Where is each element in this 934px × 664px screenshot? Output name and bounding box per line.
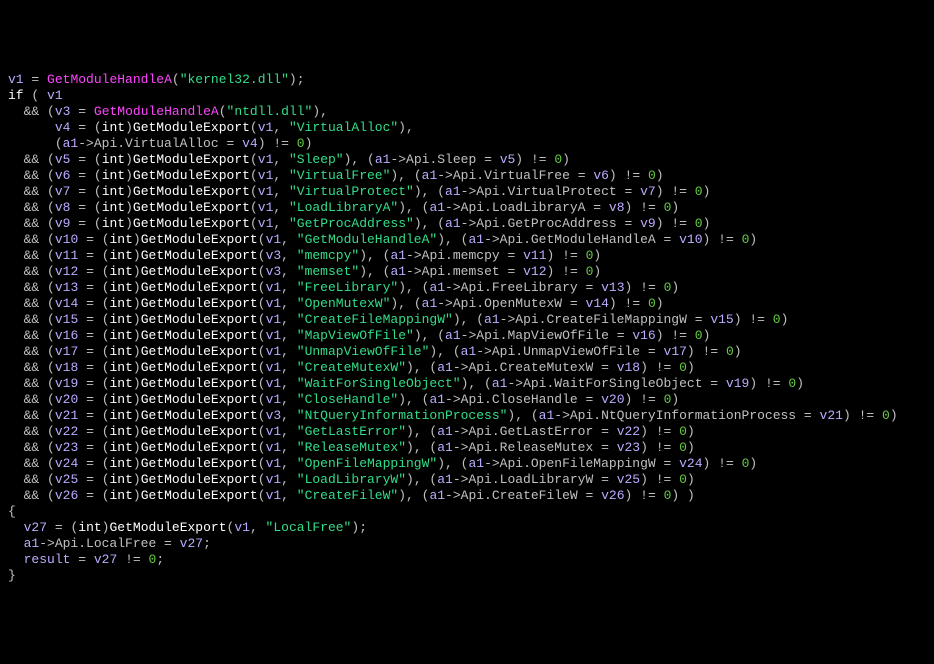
code-line: v27 = (int)GetModuleExport(v1, "LocalFre… xyxy=(8,520,926,536)
code-line: && (v19 = (int)GetModuleExport(v1, "Wait… xyxy=(8,376,926,392)
code-line: && (v20 = (int)GetModuleExport(v1, "Clos… xyxy=(8,392,926,408)
code-line: (a1->Api.VirtualAlloc = v4) != 0) xyxy=(8,136,926,152)
code-line: && (v23 = (int)GetModuleExport(v1, "Rele… xyxy=(8,440,926,456)
code-line: && (v25 = (int)GetModuleExport(v1, "Load… xyxy=(8,472,926,488)
code-line: && (v12 = (int)GetModuleExport(v3, "mems… xyxy=(8,264,926,280)
code-line: v4 = (int)GetModuleExport(v1, "VirtualAl… xyxy=(8,120,926,136)
code-line: if ( v1 xyxy=(8,88,926,104)
code-line: } xyxy=(8,568,926,584)
code-line: && (v8 = (int)GetModuleExport(v1, "LoadL… xyxy=(8,200,926,216)
code-line: && (v14 = (int)GetModuleExport(v1, "Open… xyxy=(8,296,926,312)
code-line: && (v5 = (int)GetModuleExport(v1, "Sleep… xyxy=(8,152,926,168)
code-line: && (v7 = (int)GetModuleExport(v1, "Virtu… xyxy=(8,184,926,200)
code-line: && (v16 = (int)GetModuleExport(v1, "MapV… xyxy=(8,328,926,344)
code-line: && (v3 = GetModuleHandleA("ntdll.dll"), xyxy=(8,104,926,120)
code-line: a1->Api.LocalFree = v27; xyxy=(8,536,926,552)
code-line: && (v24 = (int)GetModuleExport(v1, "Open… xyxy=(8,456,926,472)
code-line: && (v9 = (int)GetModuleExport(v1, "GetPr… xyxy=(8,216,926,232)
code-line: && (v6 = (int)GetModuleExport(v1, "Virtu… xyxy=(8,168,926,184)
code-line: result = v27 != 0; xyxy=(8,552,926,568)
code-line: && (v15 = (int)GetModuleExport(v1, "Crea… xyxy=(8,312,926,328)
code-line: && (v11 = (int)GetModuleExport(v3, "memc… xyxy=(8,248,926,264)
code-line: && (v22 = (int)GetModuleExport(v1, "GetL… xyxy=(8,424,926,440)
code-line: && (v13 = (int)GetModuleExport(v1, "Free… xyxy=(8,280,926,296)
code-line: && (v26 = (int)GetModuleExport(v1, "Crea… xyxy=(8,488,926,504)
code-line: && (v17 = (int)GetModuleExport(v1, "Unma… xyxy=(8,344,926,360)
code-line: v1 = GetModuleHandleA("kernel32.dll"); xyxy=(8,72,926,88)
code-line: && (v18 = (int)GetModuleExport(v1, "Crea… xyxy=(8,360,926,376)
code-line: { xyxy=(8,504,926,520)
code-line: && (v21 = (int)GetModuleExport(v3, "NtQu… xyxy=(8,408,926,424)
code-line: && (v10 = (int)GetModuleExport(v1, "GetM… xyxy=(8,232,926,248)
code-block: v1 = GetModuleHandleA("kernel32.dll");if… xyxy=(8,72,926,584)
